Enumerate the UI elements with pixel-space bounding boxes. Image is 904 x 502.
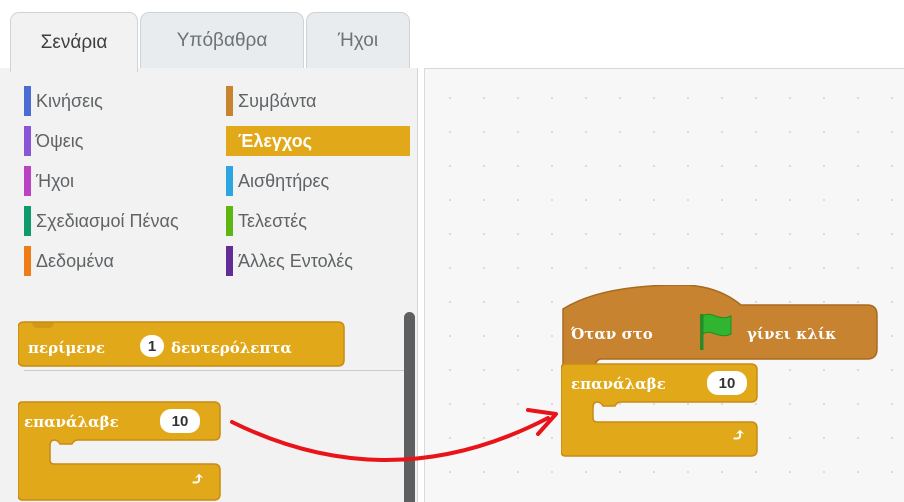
category-color-swatch — [226, 86, 233, 116]
script-repeat-label: επανάλαβε — [571, 375, 666, 393]
category-label: Κινήσεις — [36, 90, 103, 111]
wait-block-suffix: δευτερόλεπτα — [171, 339, 292, 357]
script-area[interactable]: Όταν στο γίνει κλίκ επανάλαβε 10 ⤴ — [424, 68, 904, 502]
palette-scrollbar[interactable] — [404, 312, 415, 502]
category-label: Άλλες Εντολές — [238, 250, 353, 271]
script-repeat-count-input[interactable]: 10 — [707, 371, 747, 395]
category-color-swatch — [226, 206, 233, 236]
category-item[interactable]: Έλεγχος — [226, 126, 410, 156]
category-color-swatch — [226, 126, 233, 156]
tab-scripts[interactable]: Σενάρια — [10, 12, 138, 72]
category-color-swatch — [24, 246, 31, 276]
category-item[interactable]: Άλλες Εντολές — [226, 246, 353, 276]
hat-block-prefix: Όταν στο — [571, 325, 653, 343]
category-item[interactable]: Όψεις — [24, 126, 83, 156]
tab-label: Υπόβαθρα — [176, 29, 268, 51]
category-label: Σχεδιασμοί Πένας — [36, 210, 179, 231]
category-item[interactable]: Δεδομένα — [24, 246, 114, 276]
category-item[interactable]: Κινήσεις — [24, 86, 103, 116]
tab-sounds[interactable]: Ήχοι — [306, 12, 410, 68]
category-color-swatch — [24, 206, 31, 236]
category-item[interactable]: Τελεστές — [226, 206, 307, 236]
wait-block-prefix: περίμενε — [28, 339, 105, 357]
palette-divider — [24, 370, 404, 371]
category-label: Συμβάντα — [238, 90, 317, 111]
wait-seconds-input[interactable]: 1 — [140, 335, 164, 357]
tab-bar: Σενάρια Υπόβαθρα Ήχοι — [0, 0, 904, 72]
category-color-swatch — [226, 166, 233, 196]
tab-backdrops[interactable]: Υπόβαθρα — [140, 12, 304, 68]
tab-label: Ήχοι — [337, 29, 379, 51]
repeat-arrow-icon: ⤴ — [190, 469, 206, 490]
category-item[interactable]: Συμβάντα — [226, 86, 316, 116]
category-label: Ήχοι — [36, 170, 75, 191]
category-color-swatch — [226, 246, 233, 276]
repeat-count-input[interactable]: 10 — [160, 409, 200, 433]
category-color-swatch — [24, 86, 31, 116]
category-item[interactable]: Σχεδιασμοί Πένας — [24, 206, 179, 236]
category-label: Δεδομένα — [36, 250, 114, 271]
category-label: Αισθητήρες — [238, 170, 330, 191]
repeat-block-label: επανάλαβε — [24, 413, 119, 431]
category-label: Τελεστές — [238, 210, 307, 231]
tab-label: Σενάρια — [40, 31, 108, 53]
script-repeat-arrow-icon: ⤴ — [731, 425, 747, 446]
category-color-swatch — [24, 126, 31, 156]
blocks-palette: Κινήσεις Όψεις Ήχοι Σχεδιασμοί Πένας Δεδομέν… — [0, 68, 418, 502]
category-label: Όψεις — [36, 130, 84, 151]
hat-block-suffix: γίνει κλίκ — [747, 325, 837, 343]
green-flag-icon — [700, 313, 732, 350]
category-item[interactable]: Ήχοι — [24, 166, 74, 196]
category-label: Έλεγχος — [238, 130, 312, 151]
category-item[interactable]: Αισθητήρες — [226, 166, 329, 196]
category-color-swatch — [24, 166, 31, 196]
